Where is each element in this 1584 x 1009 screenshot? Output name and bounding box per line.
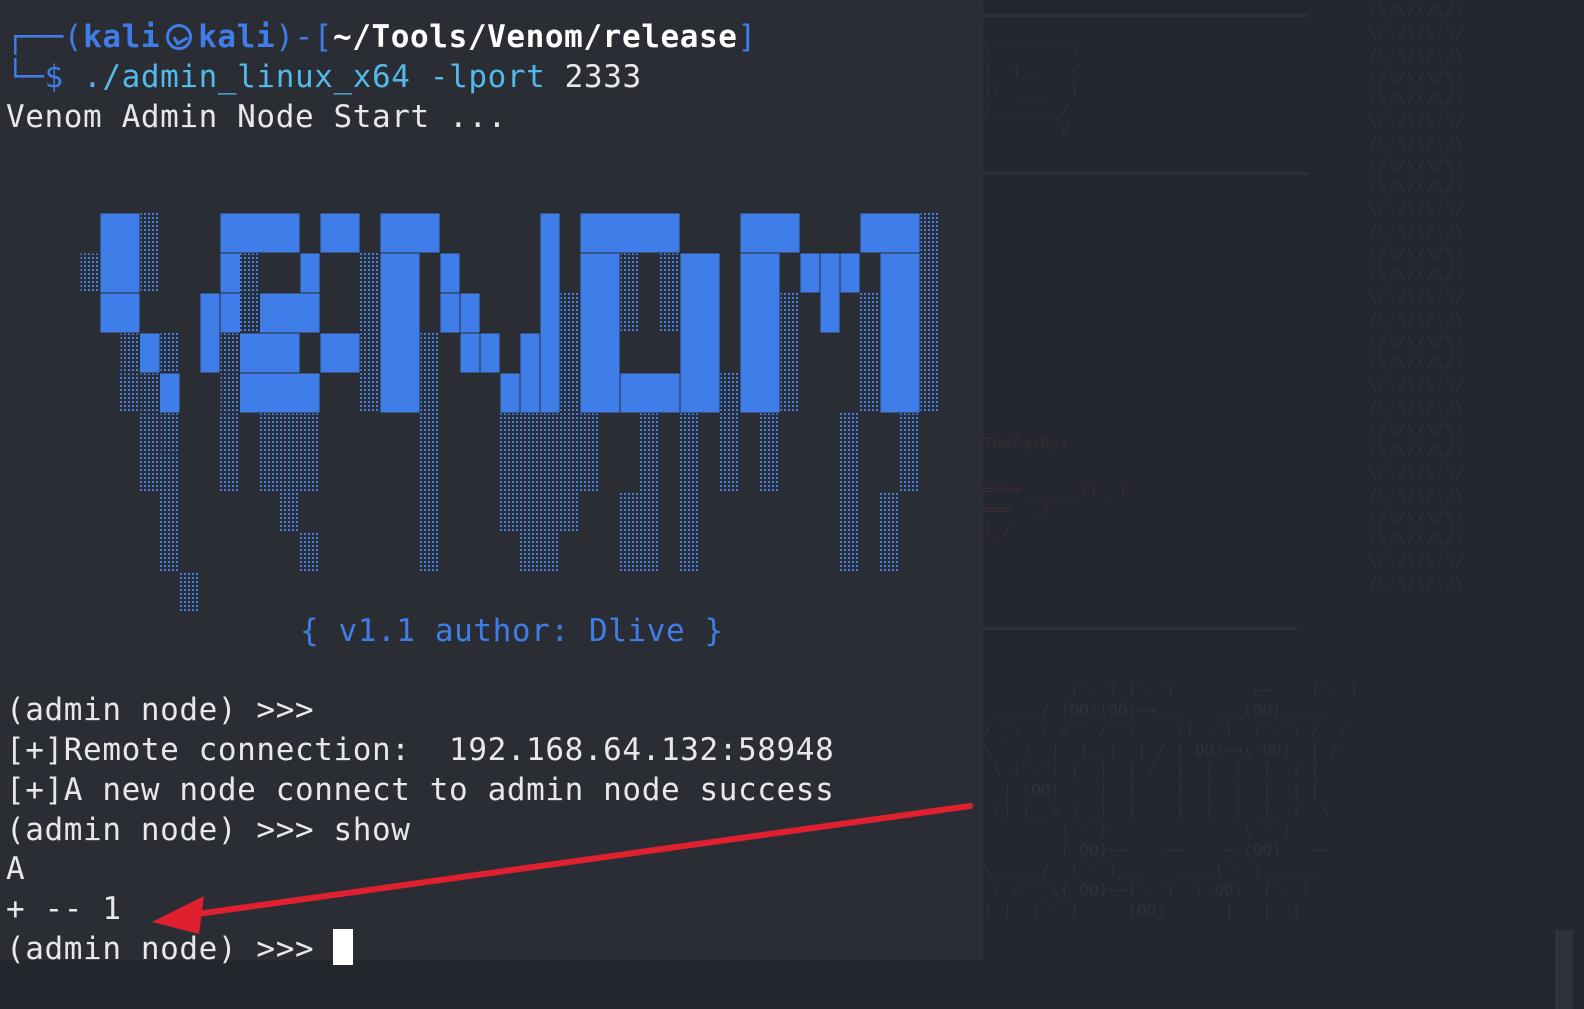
prompt-user: kali	[83, 19, 161, 55]
prompt-frame-open: ┌──(	[6, 19, 84, 55]
output-line: [+]Remote connection: 192.168.64.132:589…	[6, 732, 835, 768]
terminal-window[interactable]: ┌──(kali kali)-[~/Tools/Venom/release] └─…	[0, 0, 983, 967]
prompt-path: ~/Tools/Venom/release	[332, 19, 738, 55]
version-banner: { v1.1 author: Dlive }	[300, 613, 724, 649]
background-window: \‾‾‾‾‾‾‾‾\ | (__ < |/ ____ ) /_______/ V…	[983, 0, 1584, 1009]
prompt-host: kali	[198, 19, 276, 55]
active-prompt-line[interactable]: (admin node) >>>	[6, 929, 354, 969]
output-line-node-tree: + -- 1	[6, 891, 122, 927]
prompt-frame-mid: )-[	[275, 19, 333, 55]
output-start: Venom Admin Node Start ...	[6, 99, 507, 135]
prompt-dollar: └─$	[6, 59, 64, 95]
command-name: ./admin_linux_x64	[83, 59, 411, 95]
prompt-line: ┌──(kali kali)-[~/Tools/Venom/release]	[6, 17, 757, 57]
scrollbar[interactable]	[1556, 930, 1573, 1009]
active-prompt: (admin node) >>>	[6, 931, 334, 967]
text-cursor	[333, 929, 354, 965]
command-arg: 2333	[545, 59, 642, 95]
output-line: [+]A new node connect to admin node succ…	[6, 772, 835, 808]
output-line: (admin node) >>>	[6, 692, 315, 728]
background-label: TheFatRat	[983, 434, 1070, 453]
output-line: A	[6, 851, 26, 887]
output-line: (admin node) >>> show	[6, 812, 411, 848]
command-line: └─$ ./admin_linux_x64 -lport 2333	[6, 57, 642, 97]
prompt-frame-close: ]	[737, 19, 757, 55]
kali-dragon-icon	[166, 24, 193, 50]
venom-ascii-logo	[80, 213, 940, 613]
command-flag: -lport	[410, 59, 546, 95]
